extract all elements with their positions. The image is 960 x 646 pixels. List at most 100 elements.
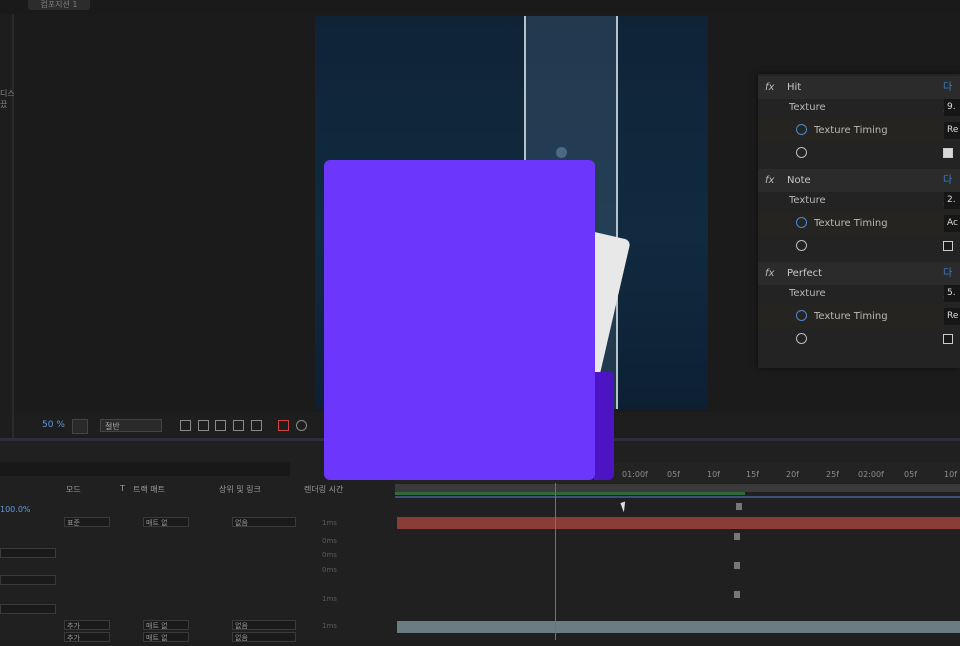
texture-label: Texture [789,102,826,113]
keyframe-marker[interactable] [734,591,740,598]
ruler-tick: 10f [707,470,720,479]
zoom-level[interactable]: 50 % [42,420,65,430]
region-icon[interactable] [198,420,209,431]
grid-icon[interactable] [215,420,226,431]
work-area-bar[interactable] [395,484,960,492]
texture-timing-label: Texture Timing [814,311,888,322]
zoom-dropdown[interactable] [72,419,88,434]
effect-checkbox[interactable] [943,148,953,158]
hierarchy-icon[interactable]: 끘 [0,99,15,110]
layer-row[interactable]: 추가 매트 없 없음 1ms [0,619,394,633]
texture-timing-dropdown[interactable]: Ac [944,215,960,232]
effect-controls-panel: fx Hit 다시 Texture 9. Texture Timing Re f… [758,74,960,368]
ruler-tick: 20f [786,470,799,479]
render-time: 0ms [322,566,337,574]
mode-dropdown[interactable]: 추가 [64,620,110,630]
checkbox-row [758,328,960,351]
texture-timing-dropdown[interactable]: Re [944,122,960,139]
render-time: 1ms [322,622,337,630]
timeline-column-headers: 모드 T 트랙 매트 상위 및 링크 렌더링 시간 [0,484,394,498]
mask-icon[interactable] [233,420,244,431]
current-time[interactable]: 100.0% [0,505,31,514]
resolution-dropdown[interactable]: 절반 [100,419,162,432]
keyframe-marker[interactable] [736,503,742,510]
mode-dropdown[interactable]: 추가 [64,632,110,642]
col-t[interactable]: T [120,484,125,493]
layer-dropdown[interactable] [0,548,56,558]
texture-label: Texture [789,195,826,206]
checkbox-row [758,235,960,258]
settings-icon[interactable] [296,420,307,431]
render-time: 1ms [322,519,337,527]
ruler-tick: 05f [904,470,917,479]
texture-timing-label: Texture Timing [814,218,888,229]
texture-timing-dropdown[interactable]: Re [944,308,960,325]
texture-value[interactable]: 9. [944,99,960,116]
stopwatch-icon[interactable] [796,147,807,158]
ruler-tick: 15f [746,470,759,479]
stopwatch-icon[interactable] [796,217,807,228]
color-channel-icon[interactable] [278,420,289,431]
render-time: 0ms [322,537,337,545]
playhead[interactable] [555,483,556,640]
texture-row: Texture 2. [758,189,960,212]
col-parent[interactable]: 상위 및 링크 [219,484,261,495]
keyframe-marker[interactable] [734,562,740,569]
ruler-tick: 25f [826,470,839,479]
layer-row[interactable] [0,604,394,618]
layer-dropdown[interactable] [0,575,56,585]
texture-timing-row: Texture Timing Re [758,305,960,328]
mode-dropdown[interactable]: 표준 [64,517,110,527]
layer-track-bar[interactable] [397,517,960,529]
stopwatch-icon[interactable] [796,124,807,135]
note-marker [556,147,567,158]
col-track-matte[interactable]: 트랙 매트 [133,484,165,495]
folder-icon [324,160,595,480]
effect-checkbox[interactable] [943,334,953,344]
timeline-search-input[interactable] [0,462,290,476]
layer-row[interactable]: 추가 매트 없 없음 [0,632,394,646]
ruler-tick: 05f [667,470,680,479]
tab-bar [0,0,960,14]
tab-composition[interactable]: 컴포지션 1 [28,0,90,10]
ruler-tick: 10f [944,470,957,479]
texture-label: Texture [789,288,826,299]
stopwatch-icon[interactable] [796,333,807,344]
render-time: 1ms [322,595,337,603]
layer-dropdown[interactable] [0,604,56,614]
layer-track-bar[interactable] [397,621,960,633]
matte-dropdown[interactable]: 매트 없 [143,620,189,630]
keyframe-marker[interactable] [734,533,740,540]
texture-row: Texture 9. [758,96,960,119]
layer-row[interactable]: 0ms [0,534,394,548]
cache-indicator [395,492,745,495]
matte-dropdown[interactable]: 매트 없 [143,517,189,527]
render-time: 0ms [322,551,337,559]
layer-row[interactable] [0,575,394,589]
layer-row[interactable]: 0ms [0,548,394,562]
texture-value[interactable]: 2. [944,192,960,209]
parent-dropdown[interactable]: 없음 [232,620,296,630]
col-mode[interactable]: 모드 [66,484,81,495]
folder-flap-icon [594,372,614,480]
stopwatch-icon[interactable] [796,310,807,321]
layer-row[interactable]: 표준 매트 없 없음 1ms [0,516,394,530]
texture-timing-row: Texture Timing Re [758,119,960,142]
col-render-time[interactable]: 렌더링 시간 [304,484,343,495]
parent-dropdown[interactable]: 없음 [232,632,296,642]
texture-timing-label: Texture Timing [814,125,888,136]
effect-checkbox[interactable] [943,241,953,251]
camera-icon[interactable] [251,420,262,431]
matte-dropdown[interactable]: 매트 없 [143,632,189,642]
ruler-tick: 01:00f [622,470,648,479]
preview-range [395,496,960,498]
texture-timing-row: Texture Timing Ac [758,212,960,235]
parent-dropdown[interactable]: 없음 [232,517,296,527]
left-panel-labels: 디스 끘 [0,88,15,110]
texture-value[interactable]: 5. [944,285,960,302]
texture-row: Texture 5. [758,282,960,305]
stopwatch-icon[interactable] [796,240,807,251]
snapshot-icon[interactable] [180,420,191,431]
ruler-tick: 02:00f [858,470,884,479]
left-label: 디스 [0,89,15,98]
